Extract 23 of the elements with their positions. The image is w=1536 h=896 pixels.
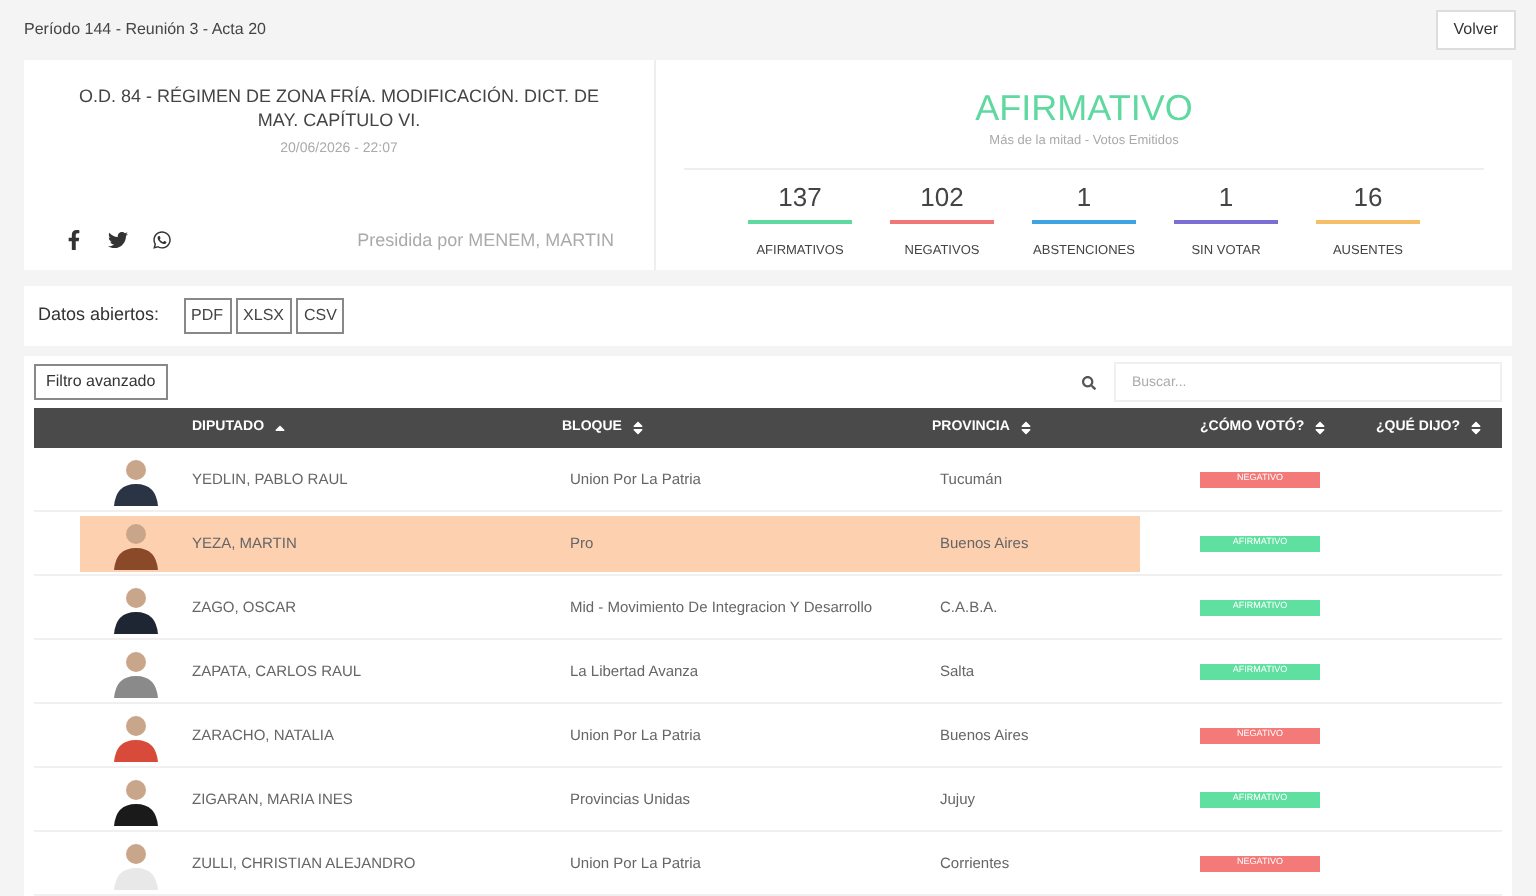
vote-count: 16 — [1353, 181, 1383, 214]
twitter-icon[interactable] — [108, 230, 128, 251]
vote-result: AFIRMATIVO — [975, 87, 1193, 128]
sort-icon[interactable] — [1017, 420, 1034, 436]
breadcrumb: Período 144 - Reunión 3 - Acta 20 — [24, 17, 266, 42]
whatsapp-icon[interactable] — [152, 230, 172, 251]
back-button[interactable]: Volver — [1435, 9, 1516, 50]
advanced-filter-button[interactable]: Filtro avanzado — [34, 364, 168, 400]
vote-count: 1 — [1076, 181, 1092, 214]
vote-count: 102 — [920, 181, 964, 214]
download-button[interactable]: PDF — [183, 298, 232, 335]
presided-by: Presidida por MENEM, MARTIN — [357, 227, 614, 254]
download-button[interactable]: XLSX — [235, 298, 292, 335]
vote-count: 1 — [1218, 181, 1234, 214]
download-button[interactable]: CSV — [296, 298, 345, 335]
sort-icon[interactable] — [1312, 420, 1329, 436]
open-data-label: Datos abiertos: — [38, 302, 160, 329]
vote-title: O.D. 84 - RÉGIMEN DE ZONA FRÍA. MODIFICACIÓN. DICT. DE MAY. CAPÍTULO VI. — [76, 83, 602, 132]
sort-icon[interactable] — [1468, 420, 1485, 436]
facebook-icon[interactable] — [64, 230, 84, 251]
vote-count: 137 — [778, 181, 822, 214]
sort-icon[interactable] — [629, 420, 646, 436]
search-icon — [1082, 375, 1096, 389]
